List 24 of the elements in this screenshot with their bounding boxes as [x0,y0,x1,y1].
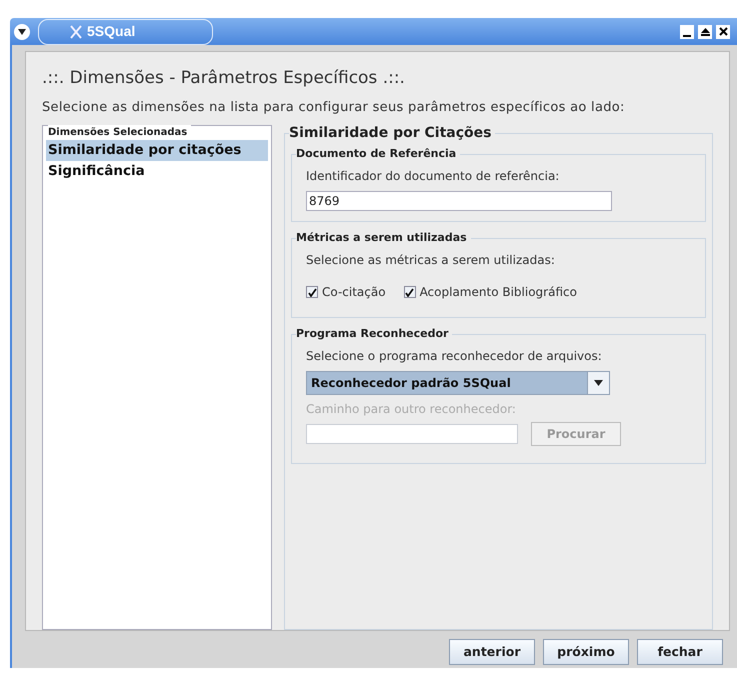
instruction-text: Selecione as dimensões na lista para configurar seus parâmetros específicos ao lado: [42,98,626,116]
caret-icon [594,380,603,386]
x-logo-icon [69,24,83,38]
field-label: Caminho para outro reconhecedor: [306,401,517,418]
field-label: Identificador do documento de referência: [306,168,560,185]
list-item[interactable]: Significância [46,161,268,182]
checkbox-label: Acoplamento Bibliográfico [420,284,577,301]
close-icon[interactable] [716,24,730,38]
field-label: Selecione as métricas a serem utilizadas: [306,252,556,269]
checkbox-label: Co-citação [322,284,386,301]
minimize-icon[interactable] [680,24,694,38]
field-label: Selecione o programa reconhecedor de arquivos: [306,348,603,365]
checkbox[interactable] [306,286,318,298]
dialog-button[interactable]: próximo [543,639,629,665]
page-heading: .::. Dimensões - Parâmetros Específicos .::. [42,67,406,90]
checkbox[interactable] [404,286,416,298]
reference-id-field[interactable]: 8769 [306,191,612,211]
window-menu-icon[interactable] [14,24,30,40]
maximize-icon[interactable] [698,24,712,38]
group-legend: Programa Reconhecedor [296,326,452,342]
list-item[interactable]: Similaridade por citações [46,140,268,161]
dialog-button[interactable]: anterior [449,639,535,665]
recognizer-dropdown[interactable]: Reconhecedor padrão 5SQual [306,371,610,395]
dialog-button[interactable]: fechar [637,639,723,665]
